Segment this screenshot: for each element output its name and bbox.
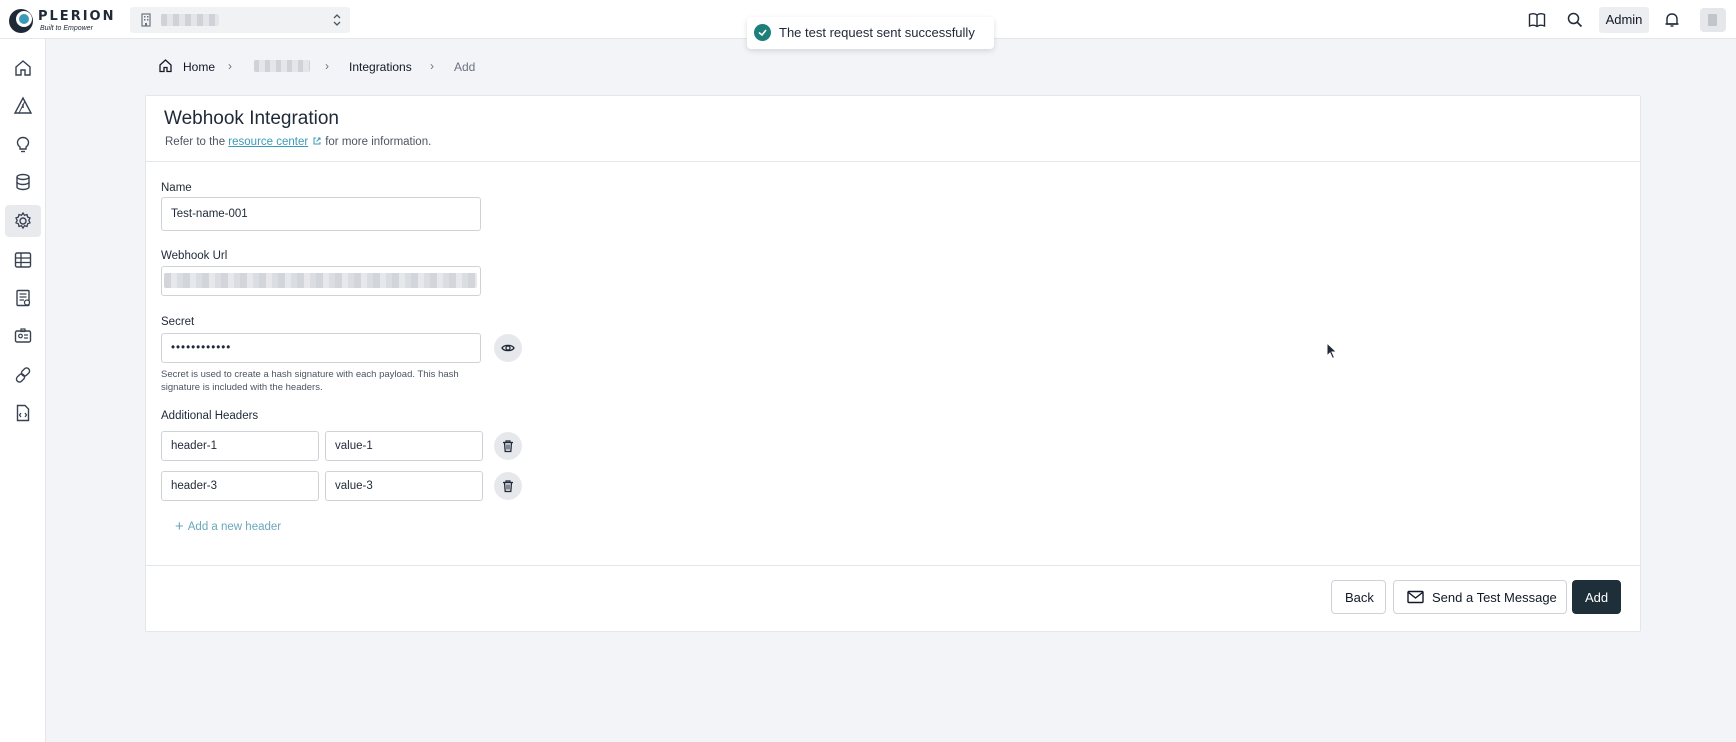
- header-value-input[interactable]: [325, 471, 483, 501]
- webhook-url-label: Webhook Url: [161, 250, 228, 262]
- toast-message: The test request sent successfully: [779, 25, 975, 40]
- inventory-icon[interactable]: [5, 244, 41, 276]
- eye-icon: [501, 344, 515, 352]
- webhook-url-redacted: [164, 273, 477, 288]
- lightbulb-icon[interactable]: [5, 128, 41, 160]
- delete-header-button[interactable]: [494, 432, 522, 460]
- home-icon[interactable]: [5, 52, 41, 84]
- send-test-message-label: Send a Test Message: [1432, 590, 1557, 605]
- secret-input[interactable]: [161, 333, 481, 363]
- page-title: Webhook Integration: [164, 108, 339, 129]
- back-button-label: Back: [1345, 590, 1374, 605]
- logo-tagline: Built to Empower: [40, 25, 93, 32]
- database-icon[interactable]: [5, 166, 41, 198]
- admin-role-button[interactable]: Admin: [1599, 7, 1649, 33]
- header-key-input[interactable]: [161, 431, 319, 461]
- secret-label: Secret: [161, 316, 195, 328]
- alert-triangle-icon[interactable]: [5, 90, 41, 122]
- chevron-right-icon: ›: [325, 59, 329, 73]
- organization-selector[interactable]: [130, 7, 350, 33]
- check-circle-icon: [754, 24, 771, 41]
- additional-headers-label: Additional Headers: [161, 410, 259, 422]
- trash-icon: [503, 440, 513, 453]
- add-button-label: Add: [1585, 590, 1609, 605]
- card-footer: Back Send a Test Message Add: [146, 565, 1640, 632]
- building-icon: [141, 13, 151, 27]
- link-icon[interactable]: [5, 359, 41, 391]
- external-link-icon: [313, 137, 321, 145]
- send-test-message-button[interactable]: Send a Test Message: [1393, 580, 1567, 614]
- add-header-button[interactable]: + Add a new header: [175, 518, 281, 535]
- header-value-input[interactable]: [325, 431, 483, 461]
- plus-icon: +: [175, 518, 184, 535]
- id-card-icon[interactable]: [5, 320, 41, 352]
- chevron-right-icon: ›: [228, 59, 232, 73]
- gear-icon[interactable]: [5, 205, 41, 237]
- code-file-icon[interactable]: [5, 397, 41, 429]
- breadcrumb-integrations[interactable]: Integrations: [349, 60, 412, 74]
- resource-center-link[interactable]: resource center: [228, 136, 308, 148]
- name-input[interactable]: [161, 197, 481, 231]
- user-avatar-icon[interactable]: [1700, 8, 1726, 32]
- subtitle-suffix: for more information.: [325, 136, 432, 148]
- report-icon[interactable]: [5, 282, 41, 314]
- delete-header-button[interactable]: [494, 472, 522, 500]
- mouse-cursor-icon: [1326, 342, 1338, 360]
- book-icon[interactable]: [1528, 11, 1546, 29]
- subtitle-prefix: Refer to the: [165, 136, 226, 148]
- card-header: Webhook Integration Refer to the resourc…: [146, 96, 1640, 162]
- chevron-updown-icon: [333, 14, 341, 26]
- webhook-url-input[interactable]: [161, 266, 481, 296]
- name-label: Name: [161, 182, 192, 194]
- header-key-input[interactable]: [161, 471, 319, 501]
- breadcrumb-current: Add: [454, 60, 476, 74]
- logo-mark-icon: [9, 9, 33, 33]
- webhook-form-card: Webhook Integration Refer to the resourc…: [145, 95, 1641, 632]
- organization-name-redacted: [161, 14, 219, 26]
- sidebar: [0, 39, 46, 742]
- bell-icon[interactable]: [1663, 11, 1681, 29]
- success-toast: The test request sent successfully: [747, 17, 994, 49]
- home-icon[interactable]: [158, 58, 173, 73]
- chevron-right-icon: ›: [430, 59, 434, 73]
- trash-icon: [503, 480, 513, 493]
- secret-help-text: Secret is used to create a hash signatur…: [161, 369, 459, 393]
- add-button[interactable]: Add: [1572, 580, 1621, 614]
- search-icon[interactable]: [1566, 11, 1584, 29]
- toggle-secret-visibility-button[interactable]: [494, 334, 522, 362]
- mail-icon: [1407, 590, 1424, 604]
- back-button[interactable]: Back: [1331, 580, 1386, 614]
- card-subtitle: Refer to the resource center for more inf…: [165, 136, 431, 148]
- breadcrumb-home[interactable]: Home: [183, 60, 215, 74]
- plerion-logo[interactable]: PLERION Built to Empower: [8, 7, 120, 33]
- logo-text: PLERION: [38, 9, 116, 24]
- add-header-label: Add a new header: [187, 521, 282, 533]
- breadcrumb-redacted[interactable]: [254, 60, 310, 72]
